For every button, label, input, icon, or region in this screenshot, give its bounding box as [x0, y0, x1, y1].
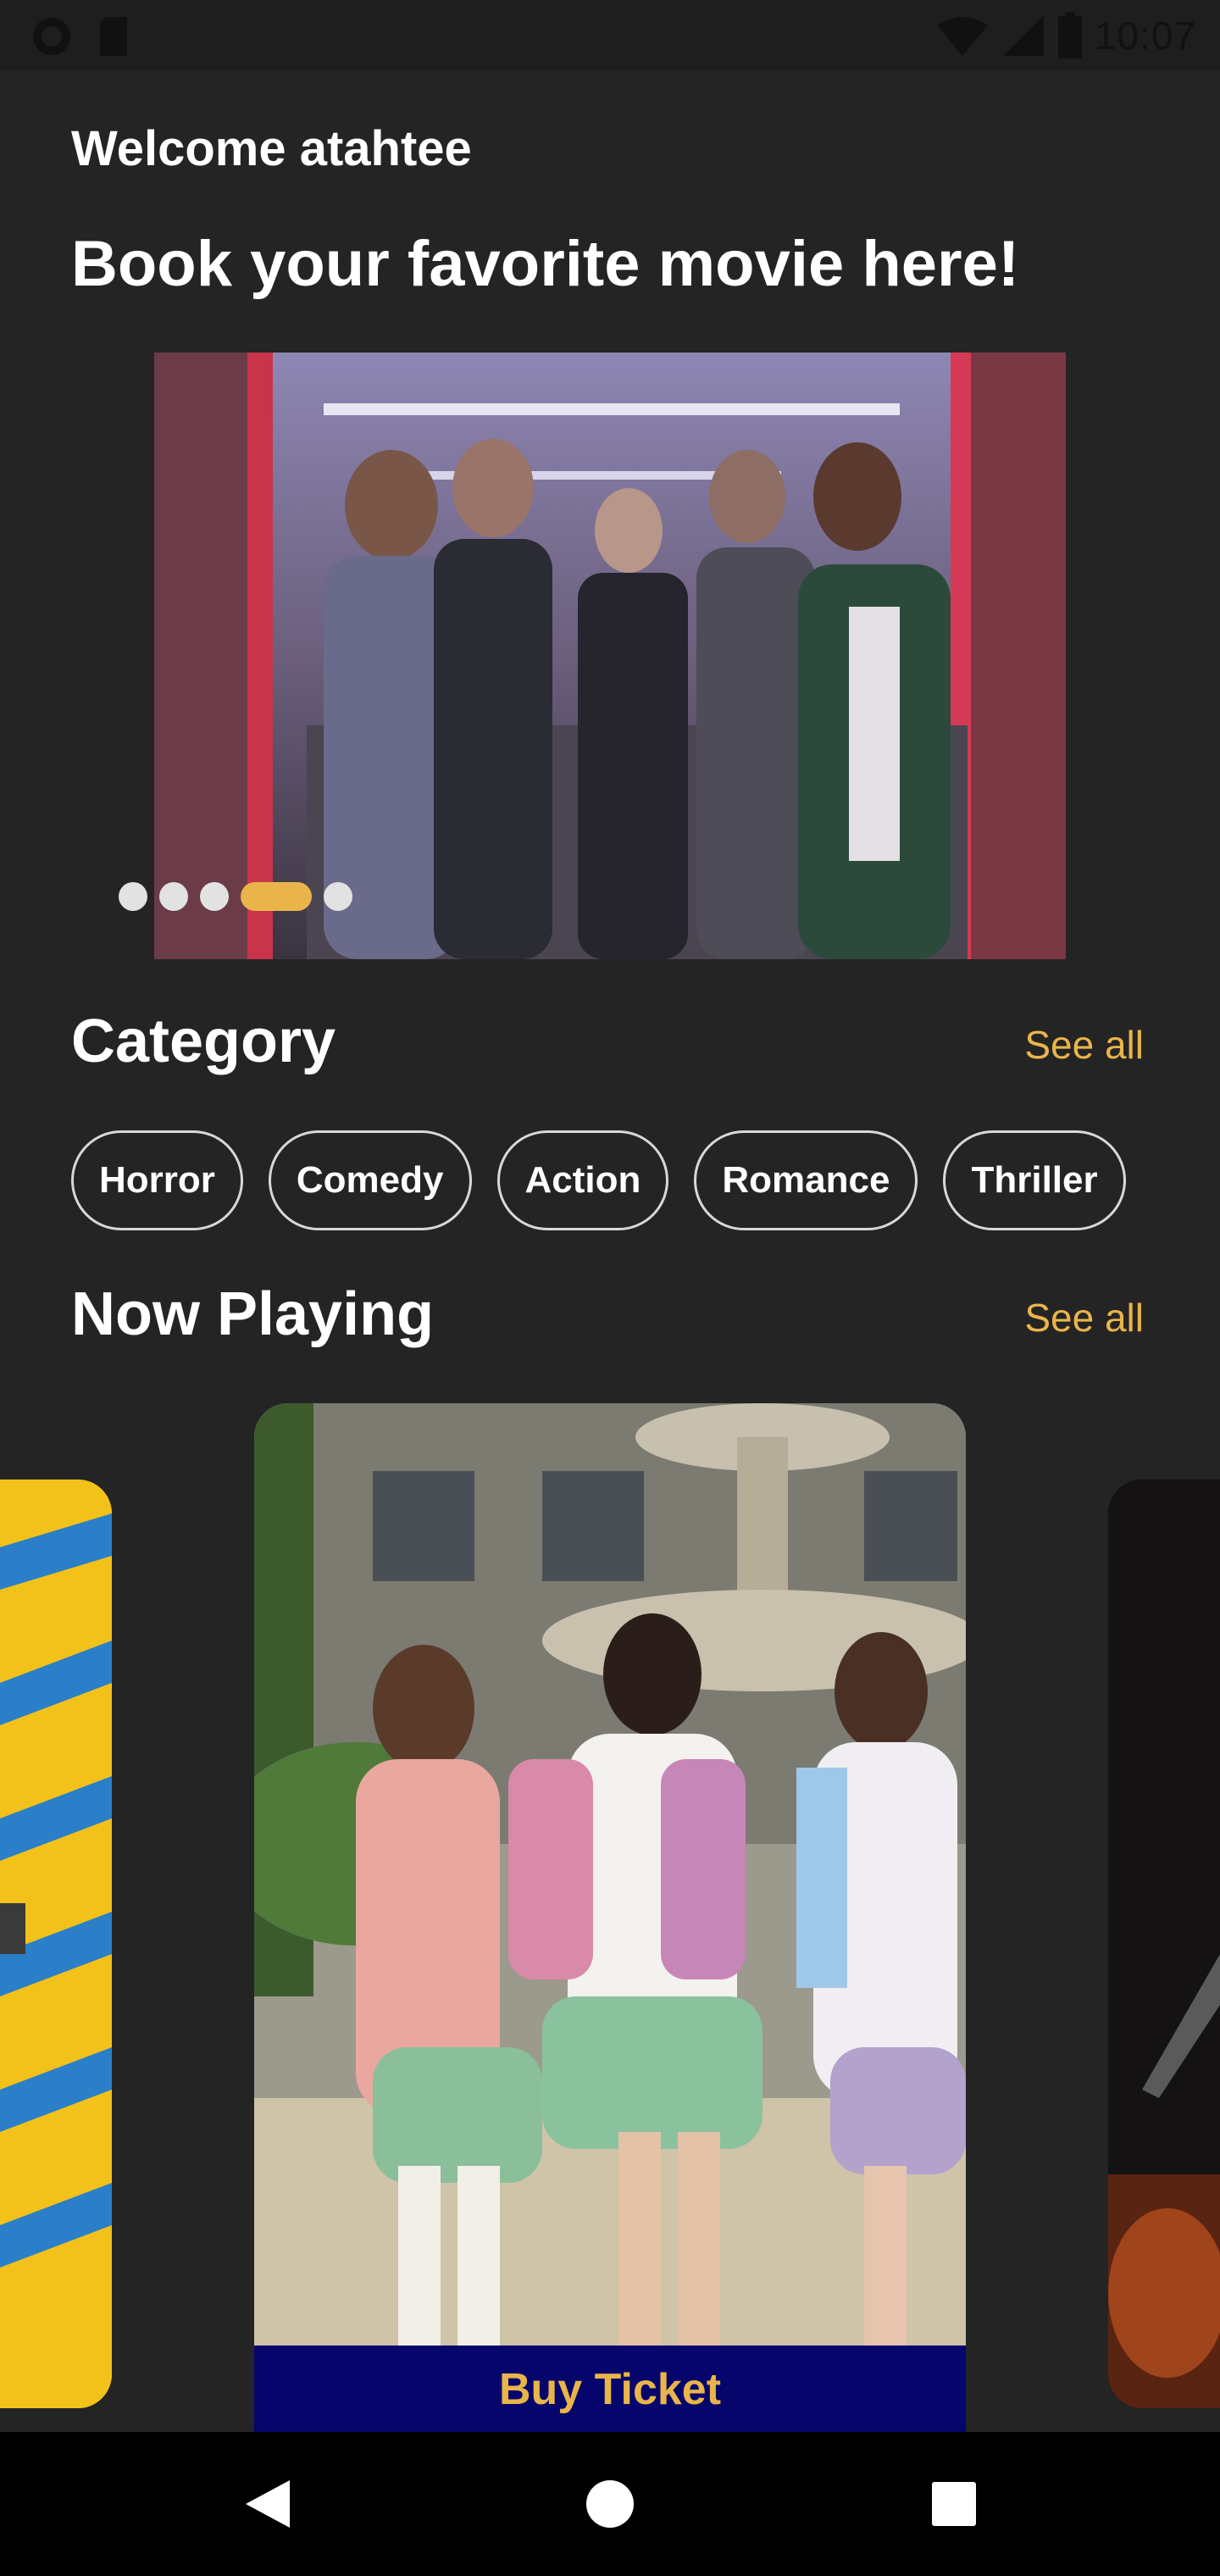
- poster-image: [1108, 1480, 1220, 2408]
- banner-image: [154, 353, 1066, 959]
- home-icon: [586, 2480, 634, 2528]
- poster-image: [254, 1403, 966, 2434]
- pagination-dot[interactable]: [200, 882, 229, 911]
- status-bar: 10:07: [0, 0, 1220, 71]
- back-button[interactable]: [208, 2432, 327, 2576]
- movie-poster-current[interactable]: [254, 1403, 966, 2434]
- now-playing-title: Now Playing: [71, 1280, 435, 1348]
- recents-icon: [932, 2482, 976, 2526]
- chip-romance[interactable]: Romance: [694, 1130, 918, 1230]
- now-playing-see-all-link[interactable]: See all: [1024, 1295, 1144, 1341]
- buy-ticket-button[interactable]: Buy Ticket: [254, 2346, 966, 2434]
- chip-thriller[interactable]: Thriller: [943, 1130, 1126, 1230]
- system-nav-bar: [0, 2432, 1220, 2576]
- chip-action[interactable]: Action: [496, 1130, 669, 1230]
- back-icon: [246, 2480, 290, 2528]
- record-icon: [33, 18, 70, 55]
- chip-horror[interactable]: Horror: [71, 1130, 243, 1230]
- poster-image: [0, 1480, 112, 2408]
- battery-icon: [1057, 12, 1082, 58]
- signal-icon: [1002, 15, 1044, 56]
- pagination-dot-active[interactable]: [241, 882, 312, 911]
- chip-comedy[interactable]: Comedy: [268, 1130, 472, 1230]
- movie-poster-previous[interactable]: [0, 1480, 112, 2408]
- pagination-dot[interactable]: [159, 882, 188, 911]
- welcome-text: Welcome atahtee: [71, 121, 472, 176]
- banner-pagination: [119, 881, 352, 912]
- page-title: Book your favorite movie here!: [71, 228, 1020, 300]
- pagination-dot[interactable]: [324, 882, 352, 911]
- sd-card-icon: [100, 17, 127, 56]
- movie-poster-next[interactable]: [1108, 1480, 1220, 2408]
- category-chips: Horror Comedy Action Romance Thriller: [71, 1130, 1126, 1230]
- featured-banner[interactable]: [154, 353, 1066, 959]
- category-see-all-link[interactable]: See all: [1024, 1022, 1144, 1068]
- recents-button[interactable]: [895, 2432, 1013, 2576]
- home-button[interactable]: [551, 2432, 669, 2576]
- clock: 10:07: [1094, 14, 1196, 58]
- wifi-icon: [936, 17, 988, 56]
- pagination-dot[interactable]: [119, 882, 147, 911]
- category-title: Category: [71, 1008, 336, 1075]
